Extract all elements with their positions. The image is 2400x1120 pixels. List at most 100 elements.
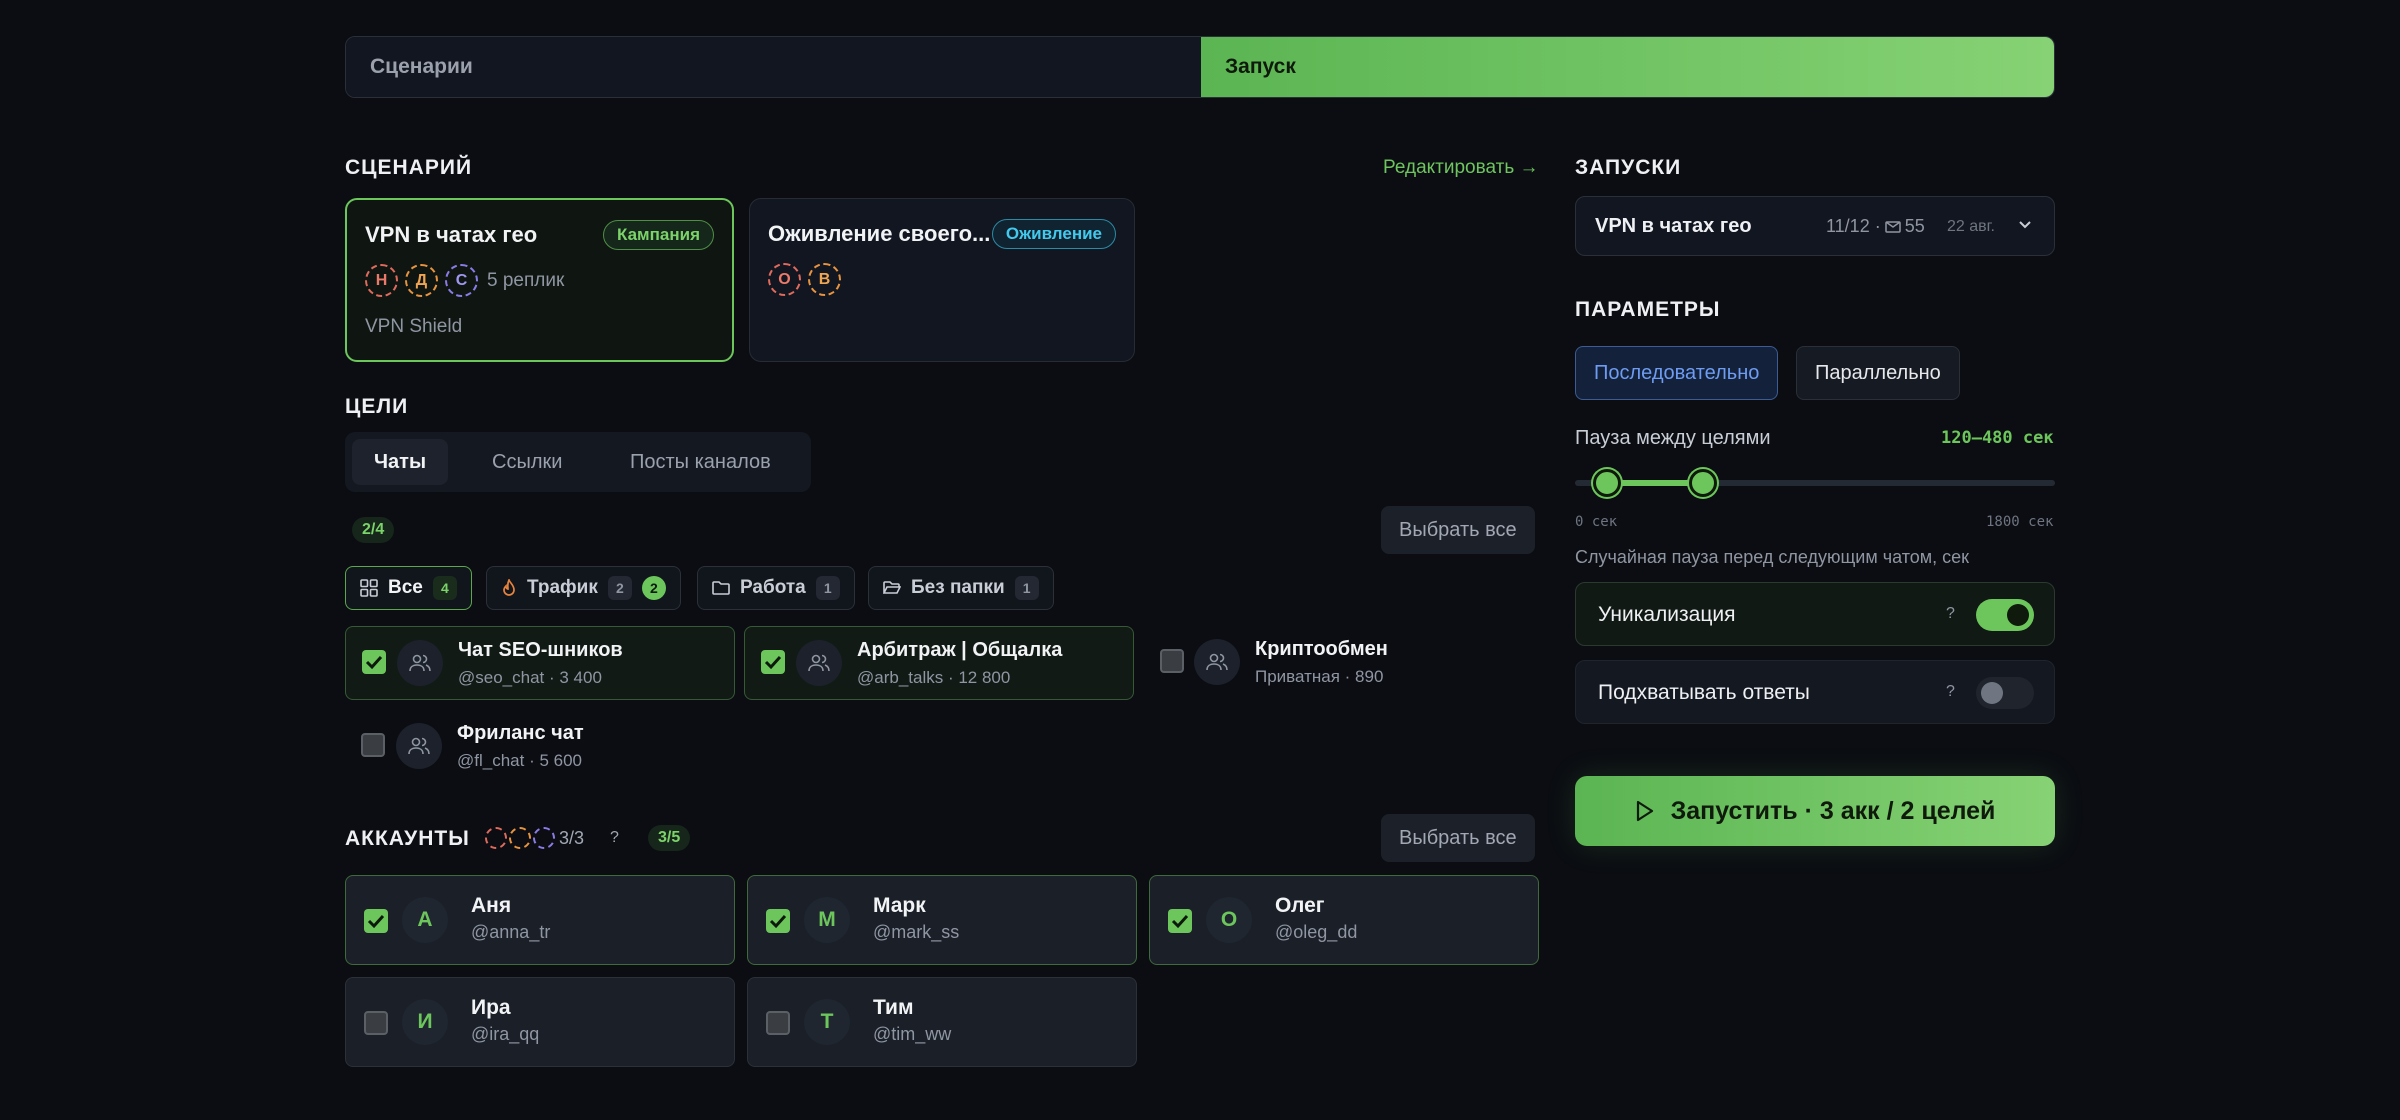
account-checkbox[interactable] <box>364 909 388 933</box>
folder-icon <box>712 581 730 595</box>
account-handle: @ira_qq <box>471 1024 540 1044</box>
tab-channel-posts[interactable]: Посты каналов <box>608 439 793 485</box>
filter-selected-count: 2 <box>641 576 666 600</box>
replica-count: 5 реплик <box>487 270 565 291</box>
filter-count: 2 <box>607 576 632 600</box>
chat-item[interactable]: Арбитраж | Общалка @arb_talks · 12 800 <box>744 626 1134 700</box>
account-checkbox[interactable] <box>766 1011 790 1035</box>
help-icon[interactable]: ? <box>1946 605 1955 623</box>
mode-parallel-button[interactable]: Параллельно <box>1796 346 1960 400</box>
pause-slider-min-handle[interactable] <box>1593 469 1621 497</box>
filter-label: Работа <box>740 577 806 598</box>
scenario-section-title: СЦЕНАРИЙ <box>345 156 473 179</box>
params-section-title: ПАРАМЕТРЫ <box>1575 298 1721 321</box>
runs-section-title: ЗАПУСКИ <box>1575 156 1682 179</box>
tab-links[interactable]: Ссылки <box>470 439 584 485</box>
chat-name: Чат SEO-шников <box>458 639 623 661</box>
select-all-targets-button[interactable]: Выбрать все <box>1381 506 1535 554</box>
filter-label: Без папки <box>911 577 1005 598</box>
edit-scenario-link[interactable]: Редактировать → <box>1383 157 1539 179</box>
grid-icon <box>360 579 378 597</box>
help-icon[interactable]: ? <box>610 829 619 847</box>
pause-slider-max-handle[interactable] <box>1689 469 1717 497</box>
filter-no-folder[interactable]: Без папки 1 <box>868 566 1054 610</box>
tab-scenarios[interactable]: Сценарии <box>346 37 1201 97</box>
uniqueness-switch[interactable] <box>1976 599 2034 631</box>
scenario-type-badge: Оживление <box>991 219 1116 249</box>
account-checkbox[interactable] <box>766 909 790 933</box>
run-select[interactable]: VPN в чатах гео 11/12 · 55 22 авг. <box>1575 196 2055 256</box>
filter-work[interactable]: Работа 1 <box>697 566 855 610</box>
scenario-type-badge: Кампания <box>603 220 714 250</box>
account-name: Аня <box>471 894 512 917</box>
select-all-accounts-button[interactable]: Выбрать все <box>1381 814 1535 862</box>
filter-count: 1 <box>1014 576 1039 600</box>
scenario-card-vpn[interactable]: VPN в чатах гео Кампания Н Д С 5 реплик … <box>345 198 734 362</box>
check-icon <box>367 914 385 929</box>
account-card[interactable]: Т Тим @tim_ww <box>747 977 1137 1067</box>
check-icon <box>769 914 787 929</box>
accounts-section-title: АККАУНТЫ <box>345 827 470 850</box>
slider-min-label: 0 сек <box>1575 514 1618 530</box>
account-card[interactable]: А Аня @anna_tr <box>345 875 735 965</box>
tab-chats[interactable]: Чаты <box>352 439 449 485</box>
account-name: Олег <box>1275 894 1325 917</box>
chat-item[interactable]: Фриланс чат @fl_chat · 5 600 <box>345 710 735 784</box>
account-card[interactable]: И Ира @ira_qq <box>345 977 735 1067</box>
flame-icon <box>503 579 515 596</box>
account-handle: @oleg_dd <box>1275 922 1358 942</box>
chat-meta: Приватная · 890 <box>1255 667 1384 686</box>
account-checkbox[interactable] <box>364 1011 388 1035</box>
chat-item[interactable]: Чат SEO-шников @seo_chat · 3 400 <box>345 626 735 700</box>
voices-indicator: 3/3 <box>485 827 584 849</box>
avatar: О <box>1206 897 1252 943</box>
voice-dot <box>485 827 507 849</box>
filter-all[interactable]: Все 4 <box>345 566 472 610</box>
filter-label: Трафик <box>527 577 598 598</box>
filter-label: Все <box>388 577 423 598</box>
scenario-card-revival[interactable]: Оживление своего... Оживление О В <box>749 198 1135 362</box>
voice-dot <box>533 827 555 849</box>
toggle-catch-replies-card: Подхватывать ответы ? <box>1575 660 2055 724</box>
chat-checkbox[interactable] <box>361 733 385 757</box>
group-icon <box>397 640 443 686</box>
pause-value: 120–480 сек <box>1941 428 2054 448</box>
chat-meta: @seo_chat · 3 400 <box>458 668 602 687</box>
chat-checkbox[interactable] <box>761 650 785 674</box>
check-icon <box>365 655 383 670</box>
pause-label: Пауза между целями <box>1575 427 1771 449</box>
help-icon[interactable]: ? <box>1946 683 1955 701</box>
chat-checkbox[interactable] <box>362 650 386 674</box>
run-progress: 11/12 · <box>1826 216 1881 236</box>
account-checkbox[interactable] <box>1168 909 1192 933</box>
check-icon <box>764 655 782 670</box>
persona-avatar: С <box>445 264 478 297</box>
mode-sequential-button[interactable]: Последовательно <box>1575 346 1779 400</box>
toggle-uniqueness-card: Уникализация ? <box>1575 582 2055 646</box>
chat-item[interactable]: Криптообмен Приватная · 890 <box>1143 626 1533 700</box>
filter-traffic[interactable]: Трафик 2 2 <box>486 566 681 610</box>
switch-knob <box>2007 604 2029 626</box>
tab-launch[interactable]: Запуск <box>1201 37 2054 97</box>
filter-count: 1 <box>815 576 840 600</box>
accounts-selected-count: 3/5 <box>648 825 691 851</box>
toggle-label: Подхватывать ответы <box>1598 681 1810 704</box>
scenario-card-title: VPN в чатах гео <box>365 222 538 247</box>
voice-dot <box>509 827 531 849</box>
folder-open-icon <box>883 581 901 594</box>
catch-replies-switch[interactable] <box>1976 677 2034 709</box>
run-name: VPN в чатах гео <box>1595 215 1752 237</box>
account-card[interactable]: О Олег @oleg_dd <box>1149 875 1539 965</box>
account-card[interactable]: М Марк @mark_ss <box>747 875 1137 965</box>
chat-checkbox[interactable] <box>1160 649 1184 673</box>
avatar: М <box>804 897 850 943</box>
persona-avatar: О <box>768 263 801 296</box>
slider-max-label: 1800 сек <box>1986 514 2054 530</box>
play-icon <box>1636 800 1653 822</box>
chat-name: Фриланс чат <box>457 722 584 744</box>
launch-button[interactable]: Запустить · 3 акк / 2 целей <box>1575 776 2055 846</box>
run-messages: 55 <box>1904 216 1925 236</box>
targets-selected-count: 2/4 <box>352 517 395 543</box>
voices-count: 3/3 <box>559 827 585 848</box>
account-name: Тим <box>873 996 914 1019</box>
